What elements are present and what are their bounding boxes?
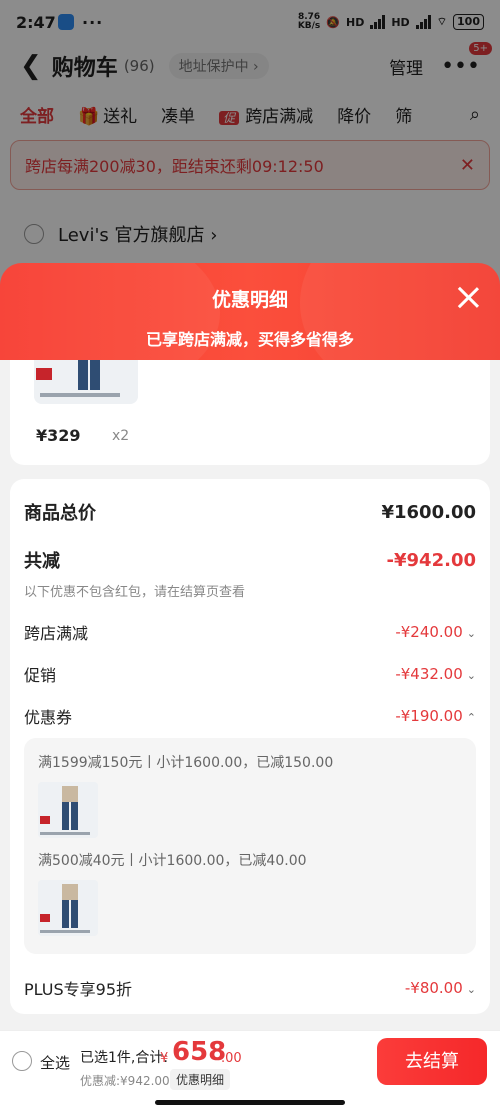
close-icon[interactable] [456,285,480,309]
sheet-title: 优惠明细 [211,289,288,311]
coupon-line-2: 满500减40元丨小计1600.00，已减40.00 [38,853,307,869]
total-amount: 658 [172,1037,227,1067]
checkout-button[interactable]: 去结算 [377,1038,487,1085]
discount-sheet-body: ¥329 x2 商品总价 ¥1600.00 共减 -¥942.00 以下优惠不包… [0,360,500,1030]
cross-store-amount: -¥240.00 [395,623,463,641]
discount-summary: 优惠减:¥942.00 [80,1074,170,1088]
coupon-row[interactable]: 优惠券 -¥190.00 ⌃ [24,706,476,727]
cross-store-reduction-label: 跨店满减 [24,624,89,643]
red-packet-note: 以下优惠不包含红包，请在结算页查看 [24,585,246,600]
chevron-down-icon: ⌄ [466,983,476,996]
cross-store-reduction-value: -¥240.00 ⌄ [395,623,476,641]
total-cents: .00 [221,1051,242,1066]
promotion-row[interactable]: 促销 -¥432.00 ⌄ [24,664,476,685]
promotion-value: -¥432.00 ⌄ [395,665,476,683]
coupon-value: -¥190.00 ⌃ [395,707,476,725]
sheet-subtitle: 已享跨店满减，买得多省得多 [145,330,354,349]
promotion-amount: -¥432.00 [395,665,463,683]
plus-discount-label: PLUS专享95折 [24,980,132,999]
chevron-down-icon: ⌄ [466,627,476,640]
total-currency: ¥ [160,1051,169,1066]
coupon-line-1: 满1599减150元丨小计1600.00，已减150.00 [38,755,334,771]
product-card: ¥329 x2 [10,360,490,465]
product-quantity: x2 [112,428,130,444]
select-all-radio[interactable] [12,1051,32,1071]
plus-discount-row[interactable]: PLUS专享95折 -¥80.00 ⌄ [24,976,476,1000]
select-all-label[interactable]: 全选 [40,1052,70,1073]
jeans-thumbnail-icon [34,360,138,404]
discount-sheet-header: 优惠明细 已享跨店满减，买得多省得多 [0,263,500,360]
coupon-breakdown: 满1599减150元丨小计1600.00，已减150.00 满500减40元丨小… [24,738,476,954]
checkout-bar: 全选 已选1件,合计: ¥ 658 .00 优惠减:¥942.00 优惠明细 去… [0,1030,500,1111]
total-price-value: ¥1600.00 [381,501,476,523]
discount-detail-button[interactable]: 优惠明细 [170,1069,231,1090]
total-price-row: 商品总价 ¥1600.00 [24,501,476,525]
plus-discount-value: -¥80.00 ⌄ [405,979,476,997]
jeans-thumbnail-icon [38,880,98,936]
total-price-label: 商品总价 [24,503,96,524]
home-indicator[interactable] [155,1100,345,1105]
coupon-label: 优惠券 [24,708,73,727]
plus-discount-amount: -¥80.00 [404,979,463,997]
discount-detail-card: 商品总价 ¥1600.00 共减 -¥942.00 以下优惠不包含红包，请在结算… [10,479,490,1014]
product-image[interactable] [34,360,138,404]
chevron-down-icon: ⌄ [466,669,476,682]
total-reduction-row: 共减 -¥942.00 [24,547,476,573]
total-reduction-label: 共减 [24,551,60,572]
total-reduction-value: -¥942.00 [386,549,476,571]
coupon-product-image-1[interactable] [38,782,98,838]
coupon-product-image-2[interactable] [38,880,98,936]
selected-summary: 已选1件,合计: [80,1050,169,1066]
cross-store-reduction-row[interactable]: 跨店满减 -¥240.00 ⌄ [24,622,476,643]
coupon-amount: -¥190.00 [395,707,463,725]
product-price: ¥329 [36,426,81,445]
chevron-up-icon: ⌃ [466,711,476,724]
jeans-thumbnail-icon [38,782,98,838]
promotion-label: 促销 [24,666,57,685]
